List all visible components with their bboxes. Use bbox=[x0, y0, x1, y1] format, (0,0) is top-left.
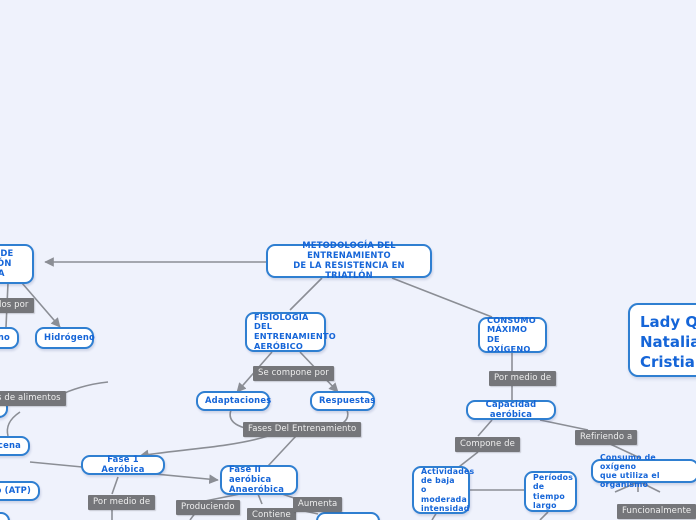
edge-label-compone-de-text: Compone de bbox=[460, 439, 515, 449]
node-actividades-label: Actividades de baja o moderada intensida… bbox=[421, 467, 475, 513]
node-almacena-clipped-label: macena bbox=[0, 440, 21, 451]
authors-panel[interactable]: Lady Qu Natalia Cristian Johan C bbox=[628, 303, 696, 377]
node-adaptaciones-label: Adaptaciones bbox=[205, 395, 272, 406]
node-hidrogeno-label: Hidrógeno bbox=[44, 332, 95, 343]
node-actividades-baja-moderada-intensidad[interactable]: Actividades de baja o moderada intensida… bbox=[412, 466, 475, 514]
edge-label-dos-por-text: dos por bbox=[0, 300, 29, 310]
edge-label-por-medio-de-2-text: Por medio de bbox=[93, 497, 151, 507]
node-adaptaciones[interactable]: Adaptaciones bbox=[196, 391, 272, 411]
author-line-4: Johan C bbox=[640, 373, 696, 375]
edge-label-dos-por: dos por bbox=[0, 298, 34, 313]
node-consumo-maximo-label: CONSUMO MÁXIMO DE OXÍGENO bbox=[487, 314, 536, 354]
node-root-label: METODOLOGÍA DEL ENTRENAMIENTO DE LA RESI… bbox=[293, 240, 405, 280]
edge-label-fases-del-entrenamiento: Fases Del Entrenamiento bbox=[243, 422, 362, 437]
edge-label-se-compone-por-text: Se compone por bbox=[258, 368, 329, 378]
edge-label-refiriendo-a-text: Refiriendo a bbox=[580, 432, 633, 442]
node-left-clipped-bottom[interactable] bbox=[0, 512, 10, 520]
node-root[interactable]: METODOLOGÍA DEL ENTRENAMIENTO DE LA RESI… bbox=[266, 240, 432, 280]
edge-label-produciendo: Produciendo bbox=[176, 500, 240, 515]
edge-label-fases-del-entrenamiento-text: Fases Del Entrenamiento bbox=[248, 424, 357, 434]
node-fase-1-aerobica-label: Fase 1 Aeróbica bbox=[101, 454, 145, 474]
node-consumo-maximo-oxigeno[interactable]: CONSUMO MÁXIMO DE OXÍGENO bbox=[478, 314, 547, 354]
node-oxigeno-clipped[interactable]: eno bbox=[0, 327, 19, 349]
edge-label-refiriendo-a: Refiriendo a bbox=[575, 430, 638, 445]
node-fisiologia-entrenamiento-aerobico[interactable]: FISIOLOGÍA DEL ENTRENAMIENTO AERÓBICO bbox=[245, 311, 336, 352]
edge-label-compone-de: Compone de bbox=[455, 437, 520, 452]
author-line-2: Natalia bbox=[640, 332, 696, 351]
edge-label-aumenta-text: Aumenta bbox=[298, 499, 338, 509]
edge-label-funcionalmente-text: Funcionalmente bbox=[622, 506, 692, 516]
edge-label-produciendo-text: Produciendo bbox=[181, 502, 235, 512]
edge-label-por-medio-de: Por medio de bbox=[489, 371, 557, 386]
node-consumo-oxigeno-organismo[interactable]: Consumo de oxígeno que utiliza el organi… bbox=[591, 453, 696, 489]
edge-label-se-compone-por: Se compone por bbox=[253, 366, 334, 381]
node-respuestas-label: Respuestas bbox=[319, 395, 376, 406]
edge-label-contiene-text: Contiene bbox=[252, 510, 291, 520]
node-oxigeno-clipped-label: eno bbox=[0, 332, 10, 343]
node-vias-produccion-energia[interactable]: ÍAS DE CCIÓN RGÍA bbox=[0, 244, 34, 284]
node-periodos-label: Períodos de tiempo largo bbox=[533, 473, 574, 510]
author-line-1: Lady Qu bbox=[640, 313, 696, 331]
edge-label-funcionalmente: Funcionalmente bbox=[617, 504, 696, 519]
node-hidrogeno[interactable]: Hidrógeno bbox=[35, 327, 95, 349]
node-respuestas[interactable]: Respuestas bbox=[310, 391, 375, 411]
node-almacena-clipped[interactable]: macena bbox=[0, 436, 30, 456]
node-capacidad-aerobica-label: Capacidad aeróbica bbox=[485, 399, 537, 419]
edge-label-de-alimentos-text: s de alimentos bbox=[0, 393, 61, 403]
node-bottom-clipped-center[interactable] bbox=[316, 512, 380, 520]
node-periodos-tiempo-largo[interactable]: Períodos de tiempo largo bbox=[524, 471, 577, 512]
edge-label-por-medio-de-2: Por medio de bbox=[88, 495, 156, 510]
mindmap-canvas[interactable]: METODOLOGÍA DEL ENTRENAMIENTO DE LA RESI… bbox=[0, 0, 696, 520]
node-fisiologia-label: FISIOLOGÍA DEL ENTRENAMIENTO AERÓBICO bbox=[254, 311, 336, 351]
node-atp-clipped-label: to (ATP) bbox=[0, 485, 31, 496]
author-line-3: Cristian bbox=[640, 352, 696, 371]
edge-label-de-alimentos: s de alimentos bbox=[0, 391, 66, 406]
edge-label-aumenta: Aumenta bbox=[293, 497, 343, 512]
node-consumo-oxigeno-organismo-label: Consumo de oxígeno que utiliza el organi… bbox=[600, 452, 660, 490]
node-fase-2-label: Fase II aeróbica Anaeróbica bbox=[229, 464, 285, 494]
node-fase-1-aerobica[interactable]: Fase 1 Aeróbica bbox=[81, 454, 165, 475]
edge-label-contiene: Contiene bbox=[247, 508, 296, 520]
node-fase-2-aerobica-anaerobica[interactable]: Fase II aeróbica Anaeróbica bbox=[220, 464, 298, 495]
edge-label-por-medio-de-text: Por medio de bbox=[494, 373, 552, 383]
node-vias-produccion-energia-label: ÍAS DE CCIÓN RGÍA bbox=[0, 248, 14, 278]
node-capacidad-aerobica[interactable]: Capacidad aeróbica bbox=[466, 399, 556, 420]
node-atp-clipped[interactable]: to (ATP) bbox=[0, 481, 40, 501]
